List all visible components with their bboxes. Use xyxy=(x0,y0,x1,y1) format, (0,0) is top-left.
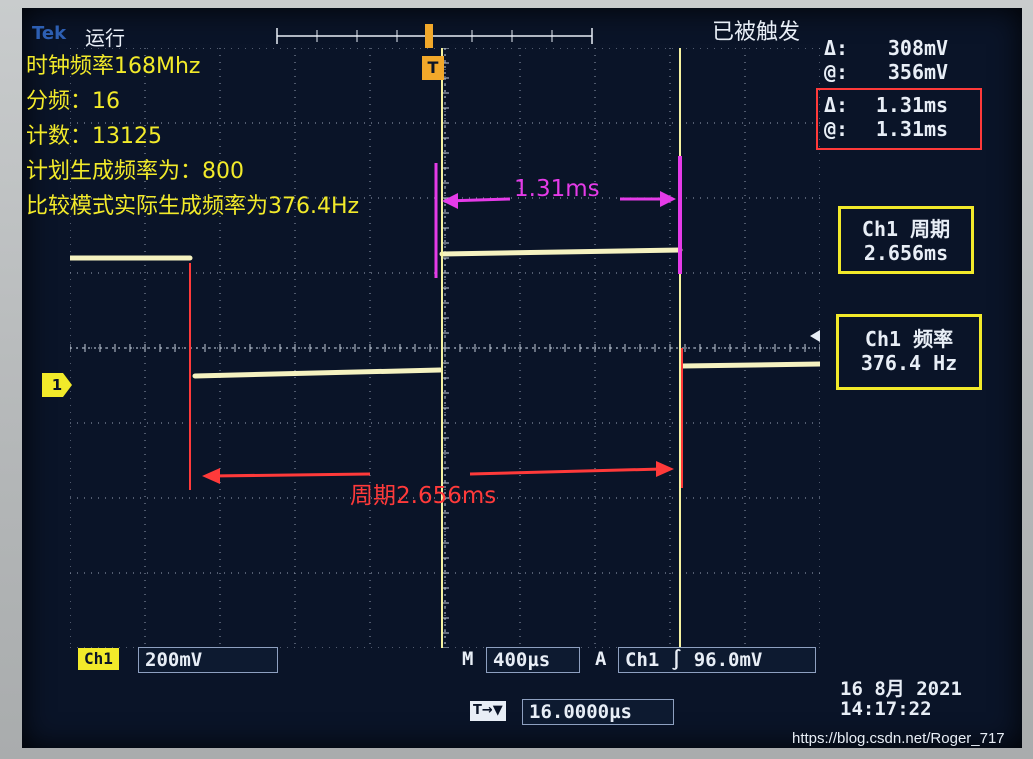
trigger-source: Ch1 xyxy=(625,649,660,671)
overlay-notes: 时钟频率168Mhz 分频：16 计数：13125 计划生成频率为：800 比较… xyxy=(26,54,359,220)
note-line: 计划生成频率为：800 xyxy=(26,159,244,184)
red-arrowhead-left xyxy=(202,468,220,484)
trigger-level-marker xyxy=(810,330,820,342)
measurement-frequency[interactable]: Ch1 频率 376.4 Hz xyxy=(836,314,982,390)
trigger-level: 96.0mV xyxy=(693,649,763,671)
delta-value: 308mV xyxy=(887,36,949,60)
note-line: 时钟频率168Mhz xyxy=(26,54,201,79)
delta-label: Δ: xyxy=(824,93,849,117)
measurement-label: Ch1 频率 xyxy=(864,327,954,351)
delta-value: 1.31ms xyxy=(875,93,949,117)
red-arrowhead-right xyxy=(656,461,674,477)
measurement-label: Ch1 周期 xyxy=(861,217,951,241)
trigger-state: 已被触发 xyxy=(712,20,801,45)
trigger-readout[interactable]: Ch1 ∫ 96.0mV xyxy=(618,647,816,673)
note-line: 比较模式实际生成频率为376.4Hz xyxy=(26,194,360,219)
run-state: 运行 xyxy=(85,26,125,50)
brand-logo: Tek xyxy=(32,23,67,44)
note-line: 计数：13125 xyxy=(26,124,162,149)
waveform-trace-segment xyxy=(679,361,820,369)
timebase-readout[interactable]: 400µs xyxy=(486,647,580,673)
watermark: https://blog.csdn.net/Roger_717 xyxy=(792,730,1005,747)
measurement-value: 2.656ms xyxy=(863,241,949,265)
at-label: @: xyxy=(824,60,849,84)
channel1-ground-marker[interactable]: 1 xyxy=(42,373,72,397)
channel-badge[interactable]: Ch1 xyxy=(78,648,119,670)
red-arrow-left xyxy=(209,472,371,478)
red-arrow-right xyxy=(469,467,663,476)
record-position-bar xyxy=(276,24,593,48)
at-label: @: xyxy=(824,117,849,141)
measurement-period[interactable]: Ch1 周期 2.656ms xyxy=(838,206,974,274)
cursor-time-readout: Δ: 1.31ms @: 1.31ms xyxy=(816,88,982,150)
cursor-amplitude-readout: Δ: 308mV @: 356mV xyxy=(824,36,948,84)
horizontal-position-icon: T→▼ xyxy=(470,701,506,721)
period-label: 周期2.656ms xyxy=(350,483,497,509)
measurement-value: 376.4 Hz xyxy=(860,351,958,375)
trigger-mode: A xyxy=(595,648,607,670)
trigger-position-marker[interactable]: T xyxy=(422,56,444,80)
scope-screen: Tek 运行 已被触发 T 1 时钟频率168Mhz 分频：16 计数：1312… xyxy=(22,8,1022,748)
delta-label: Δ: xyxy=(824,36,849,60)
date-readout: 16 8月 2021 xyxy=(840,678,962,700)
time-readout: 14:17:22 xyxy=(840,698,932,720)
note-line: 分频：16 xyxy=(26,89,120,114)
cursor-span-label: 1.31ms xyxy=(514,176,600,202)
trigger-slope-icon: ∫ xyxy=(670,649,683,671)
magenta-arrowhead-right xyxy=(660,191,676,207)
horizontal-position-readout[interactable]: 16.0000µs xyxy=(522,699,674,725)
at-value: 356mV xyxy=(887,60,949,84)
waveform-trace-segment xyxy=(439,247,683,257)
at-value: 1.31ms xyxy=(875,117,949,141)
waveform-trace-segment xyxy=(192,367,443,379)
timebase-label: M xyxy=(462,648,474,670)
volts-div-readout[interactable]: 200mV xyxy=(138,647,278,673)
